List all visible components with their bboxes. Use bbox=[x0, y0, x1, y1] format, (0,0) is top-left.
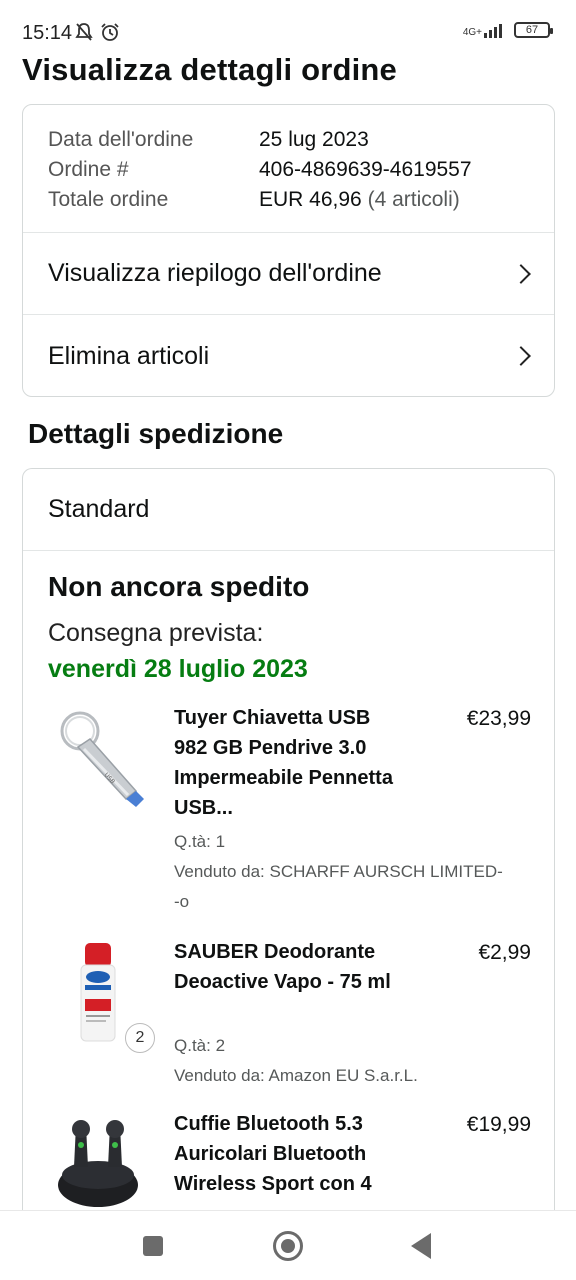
system-nav-bar bbox=[0, 1210, 576, 1280]
earbuds-image bbox=[58, 1120, 138, 1207]
usb-drive-image: USB bbox=[60, 711, 144, 807]
order-total: EUR 46,96 (4 articoli) bbox=[259, 185, 460, 215]
delivery-date: venerdì 28 luglio 2023 bbox=[48, 655, 308, 683]
item-price: €2,99 bbox=[478, 941, 531, 964]
item-price: €23,99 bbox=[466, 707, 531, 730]
order-info: Data dell'ordine 25 lug 2023 Ordine # 40… bbox=[23, 105, 554, 233]
item-title[interactable]: SAUBER Deodorante Deoactive Vapo - 75 ml bbox=[174, 937, 399, 997]
item-title[interactable]: Tuyer Chiavetta USB 982 GB Pendrive 3.0 … bbox=[174, 703, 399, 823]
delivery-label: Consegna prevista: bbox=[48, 619, 264, 647]
mute-icon bbox=[75, 23, 93, 41]
order-total-row: Totale ordine EUR 46,96 (4 articoli) bbox=[48, 185, 554, 215]
remove-items-label: Elimina articoli bbox=[48, 341, 210, 370]
order-date-value: 25 lug 2023 bbox=[259, 128, 369, 151]
item-price: €19,99 bbox=[466, 1113, 531, 1136]
order-date-row: Data dell'ordine 25 lug 2023 bbox=[48, 125, 554, 155]
status-icons-right: 4G+ 67 bbox=[463, 22, 553, 38]
view-order-summary-label: Visualizza riepilogo dell'ordine bbox=[48, 259, 382, 287]
status-time: 15:14 bbox=[22, 22, 73, 44]
quantity-badge: 2 bbox=[125, 1023, 155, 1053]
item-seller: Venduto da: Amazon EU S.a.r.L. bbox=[174, 1066, 418, 1085]
home-icon[interactable] bbox=[273, 1231, 303, 1261]
order-total-value: EUR 46,96 bbox=[259, 188, 362, 211]
status-icons-left bbox=[74, 22, 120, 42]
order-item[interactable]: 2 SAUBER Deodorante Deoactive Vapo - 75 … bbox=[23, 941, 554, 1093]
item-seller: Venduto da: SCHARFF AURSCH LIMITED- -o bbox=[174, 862, 503, 911]
order-item[interactable]: USB Tuyer Chiavetta USB 982 GB Pendrive … bbox=[23, 707, 554, 919]
order-item[interactable]: Cuffie Bluetooth 5.3 Auricolari Bluetoot… bbox=[23, 1113, 554, 1225]
item-quantity: Q.tà: 1 bbox=[174, 832, 226, 851]
item-quantity: Q.tà: 2 bbox=[174, 1036, 226, 1055]
shipping-method: Standard bbox=[23, 469, 554, 551]
shipment-section-title: Dettagli spedizione bbox=[28, 418, 284, 449]
shipment-card: Standard Non ancora spedito Consegna pre… bbox=[22, 468, 555, 1268]
order-info-card: Data dell'ordine 25 lug 2023 Ordine # 40… bbox=[22, 104, 555, 397]
chevron-right-icon bbox=[511, 263, 531, 284]
alarm-icon bbox=[101, 23, 119, 41]
back-icon[interactable] bbox=[411, 1233, 431, 1259]
view-order-summary-link[interactable]: Visualizza riepilogo dell'ordine bbox=[23, 233, 554, 315]
network-label: 4G+ bbox=[462, 27, 482, 38]
order-total-items: (4 articoli) bbox=[367, 188, 460, 211]
battery-icon: 67 bbox=[514, 22, 553, 38]
order-number-row: Ordine # 406-4869639-4619557 bbox=[48, 155, 554, 185]
recent-apps-icon[interactable] bbox=[143, 1236, 163, 1256]
signal-icon: 4G+ bbox=[463, 22, 506, 38]
order-number-label: Ordine # bbox=[48, 158, 129, 181]
order-date-label: Data dell'ordine bbox=[48, 128, 194, 151]
order-number-value: 406-4869639-4619557 bbox=[259, 158, 472, 181]
chevron-right-icon bbox=[511, 346, 531, 366]
shipment-status: Non ancora spedito bbox=[48, 571, 310, 602]
page-title: Visualizza dettagli ordine bbox=[22, 52, 397, 87]
item-title[interactable]: Cuffie Bluetooth 5.3 Auricolari Bluetoot… bbox=[174, 1109, 399, 1209]
order-total-label: Totale ordine bbox=[48, 188, 169, 211]
remove-items-link[interactable]: Elimina articoli bbox=[23, 315, 554, 396]
status-bar: 15:14 4G+ 67 bbox=[0, 0, 576, 58]
